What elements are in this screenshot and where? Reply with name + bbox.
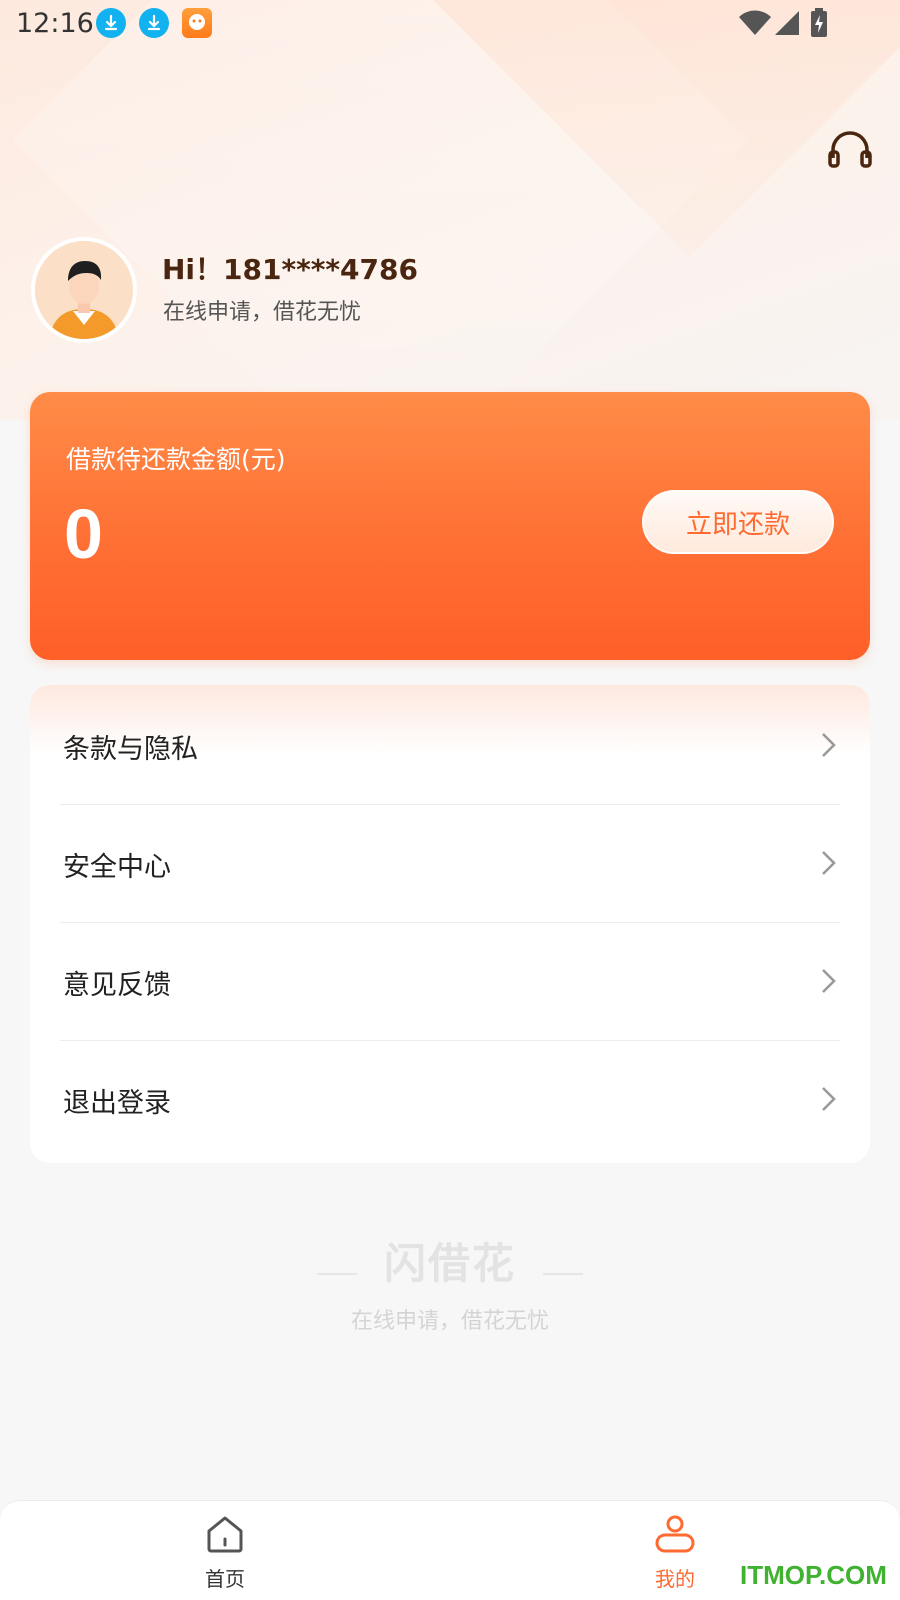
home-icon [207,1516,243,1553]
menu-item-logout[interactable]: 退出登录 [30,1039,870,1159]
menu-item-label: 意见反馈 [63,970,171,1001]
user-greeting: Hi！181****4786 [162,253,418,286]
profile-icon [655,1515,695,1553]
menu-item-security-center[interactable]: 安全中心 [30,803,870,923]
brand-slogan: 在线申请，借花无忧 [350,1309,549,1334]
divider [543,1272,584,1275]
nav-label: 我的 [655,1567,695,1591]
wifi-icon [739,10,771,35]
download-icon [96,8,126,38]
footer-brand: 闪借花 在线申请，借花无忧 [0,1230,900,1335]
chevron-right-icon [822,969,836,993]
status-bar: 12:16 [0,0,900,50]
hero-background [0,0,900,420]
signal-icon [775,11,799,35]
status-time: 12:16 [16,8,94,39]
battery-icon [811,8,827,37]
profile-slogan: 在线申请，借花无忧 [163,300,362,325]
chevron-right-icon [822,733,836,757]
loan-balance-card: 借款待还款金额(元) 0 立即还款 [30,392,870,660]
watermark: ITMOP.COM [740,1560,887,1590]
avatar[interactable] [31,237,137,343]
loan-balance-amount: 0 [64,495,103,573]
menu-item-label: 退出登录 [63,1088,171,1119]
chevron-right-icon [822,851,836,875]
nav-item-home[interactable]: 首页 [165,1513,285,1592]
chevron-right-icon [822,1087,836,1111]
repay-now-button[interactable]: 立即还款 [642,490,834,554]
headset-icon[interactable] [828,130,872,170]
menu-item-label: 条款与隐私 [63,734,198,765]
nav-item-mine[interactable]: 我的 [615,1513,735,1592]
menu-item-terms-privacy[interactable]: 条款与隐私 [30,685,870,805]
divider [316,1272,357,1275]
brand-name: 闪借花 [383,1239,516,1288]
nav-label: 首页 [205,1567,245,1591]
app-notification-icon [182,8,212,38]
loan-balance-label: 借款待还款金额(元) [66,445,286,474]
settings-menu: 条款与隐私 安全中心 意见反馈 退出登录 [30,685,870,1163]
menu-item-label: 安全中心 [63,852,171,883]
menu-item-feedback[interactable]: 意见反馈 [30,921,870,1041]
download-icon [139,8,169,38]
